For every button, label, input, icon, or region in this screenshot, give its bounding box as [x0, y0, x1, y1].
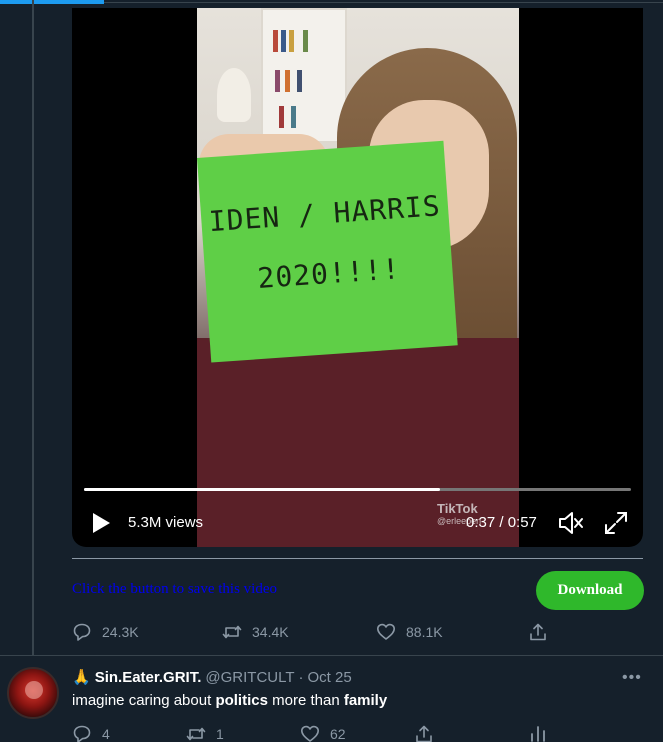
retweet-icon [222, 625, 242, 639]
reply-count: 24.3K [102, 624, 139, 640]
heart-icon [301, 725, 319, 742]
reply-count: 4 [102, 726, 110, 742]
reply-icon [73, 725, 91, 742]
share-button[interactable] [528, 622, 548, 642]
video-progress-fill [84, 488, 440, 491]
volume-button[interactable] [558, 511, 584, 535]
reply-tweet-text: imagine caring about politics more than … [72, 692, 387, 709]
video-time: 0:37 / 0:57 [466, 514, 537, 531]
bookshelf [261, 8, 347, 143]
like-button[interactable]: 88.1K [376, 622, 443, 642]
book [275, 70, 280, 92]
retweet-button[interactable]: 34.4K [222, 622, 289, 642]
tweet-text-bold-family: family [343, 692, 388, 709]
thread-connector-line [32, 0, 34, 655]
retweet-count: 34.4K [252, 624, 289, 640]
speaker-muted-icon [559, 512, 583, 534]
like-count: 62 [330, 726, 346, 742]
like-button[interactable]: 62 [300, 724, 346, 742]
share-icon [530, 623, 546, 641]
book [291, 106, 296, 128]
reply-date[interactable]: Oct 25 [308, 669, 352, 686]
heart-icon [377, 623, 395, 640]
book [273, 30, 278, 52]
book [289, 30, 294, 52]
reply-button[interactable]: 24.3K [72, 622, 139, 642]
reply-icon [73, 623, 91, 641]
book [297, 70, 302, 92]
view-count: 5.3M views [128, 514, 204, 531]
reply-display-name[interactable]: Sin.Eater.GRIT. [95, 669, 202, 686]
analytics-icon [531, 726, 545, 742]
play-button[interactable] [90, 512, 112, 534]
retweet-button[interactable]: 1 [186, 724, 224, 742]
vase [217, 68, 251, 122]
video-divider [72, 558, 643, 559]
tweet-text-bold-politics: politics [215, 692, 268, 709]
top-accent-bar [0, 0, 104, 4]
avatar[interactable] [7, 667, 59, 719]
expand-icon [605, 512, 627, 534]
book [279, 106, 284, 128]
reply-handle[interactable]: @GRITCULT [205, 669, 294, 686]
sign-text-line1: IDEN / HARRIS [207, 189, 442, 239]
book [285, 70, 290, 92]
play-icon [93, 513, 110, 533]
tweet-separator [0, 655, 663, 656]
tweet-text-part: more than [267, 692, 344, 709]
reply-tweet-header: 🙏 Sin.Eater.GRIT. @GRITCULT · Oct 25 [72, 668, 352, 687]
book [303, 30, 308, 52]
fullscreen-button[interactable] [604, 511, 628, 535]
video-player[interactable]: IDEN / HARRIS 2020!!!! TikTok @erleepen … [72, 8, 643, 547]
book [281, 30, 286, 52]
like-count: 88.1K [406, 624, 443, 640]
green-sign: IDEN / HARRIS 2020!!!! [197, 140, 458, 363]
retweet-icon [186, 727, 206, 741]
sign-text-line2: 2020!!!! [256, 252, 402, 296]
retweet-count: 1 [216, 726, 224, 742]
video-frame: IDEN / HARRIS 2020!!!! TikTok @erleepen [197, 8, 519, 547]
video-progress-bar[interactable] [84, 488, 631, 491]
download-button[interactable]: Download [536, 571, 644, 610]
folded-hands-emoji: 🙏 [72, 669, 91, 686]
top-divider [104, 2, 663, 3]
analytics-button[interactable] [528, 724, 548, 742]
tweet-text-part: imagine caring about [72, 692, 216, 709]
more-options-button[interactable]: ••• [622, 669, 642, 687]
reply-button[interactable]: 4 [72, 724, 110, 742]
share-icon [416, 725, 432, 742]
save-video-link[interactable]: Click the button to save this video [72, 581, 277, 598]
share-button[interactable] [414, 724, 434, 742]
header-separator: · [298, 668, 304, 686]
